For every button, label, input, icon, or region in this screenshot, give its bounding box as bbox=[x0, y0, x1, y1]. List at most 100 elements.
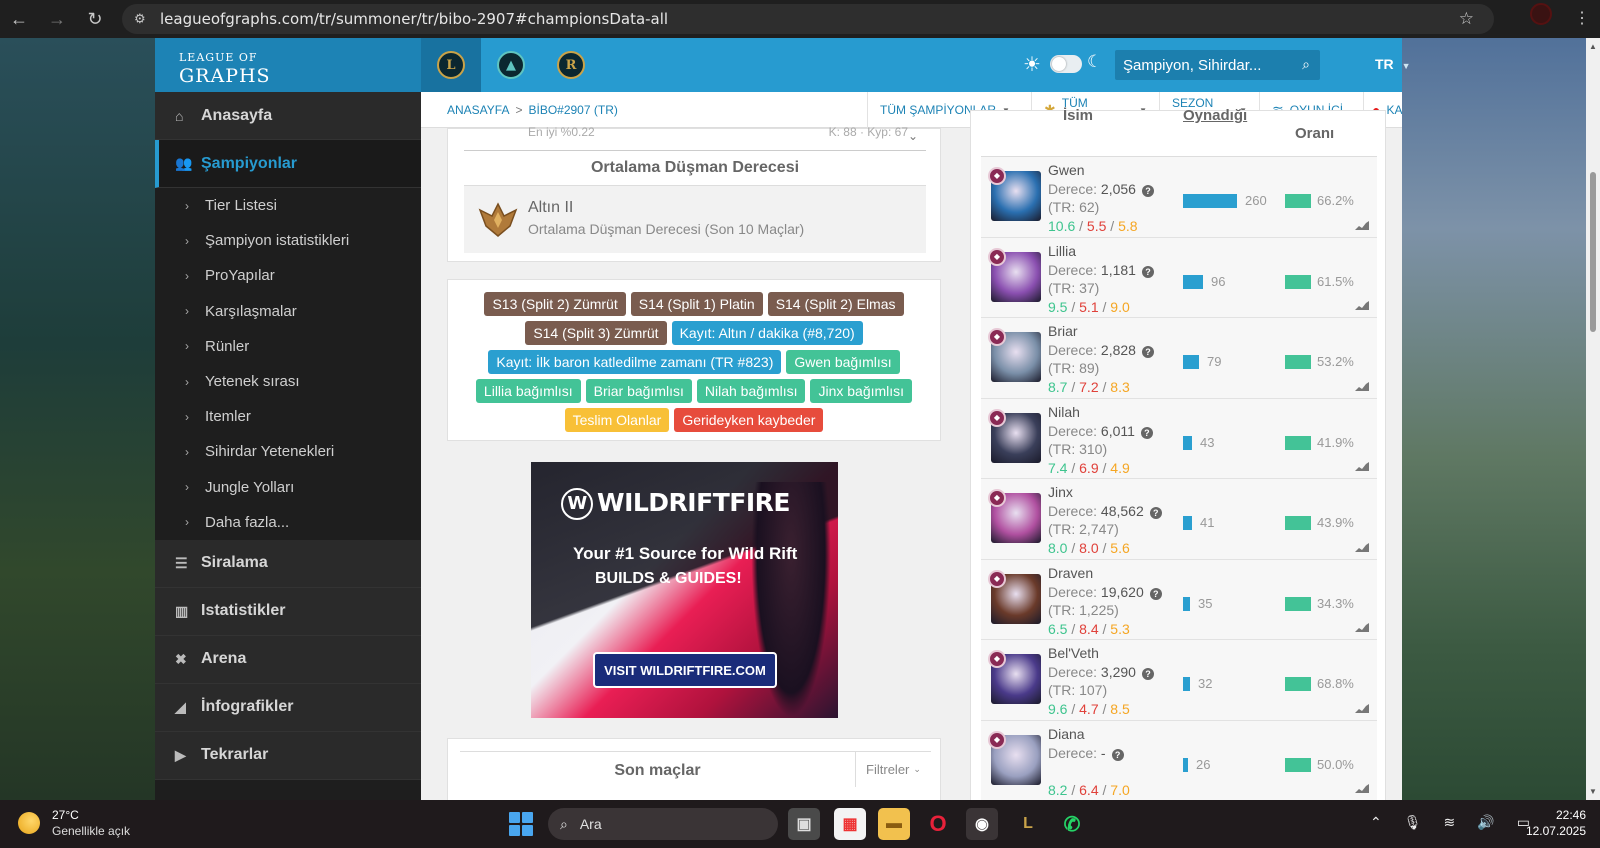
windows-start-icon[interactable] bbox=[509, 812, 533, 836]
sidebar-item-arena[interactable]: ✖ Arena bbox=[155, 635, 421, 684]
tag-badge[interactable]: Teslim Olanlar bbox=[564, 408, 670, 432]
sidebar-subitem[interactable]: › Rünler bbox=[155, 328, 421, 364]
scroll-up-icon[interactable]: ▲ bbox=[1589, 42, 1597, 51]
tag-badge[interactable]: Jinx bağımlısı bbox=[810, 379, 913, 403]
sidebar-item-stats[interactable]: ▥ Istatistikler bbox=[155, 587, 421, 636]
champion-portrait[interactable]: ◆ bbox=[988, 328, 1041, 382]
chrome-icon[interactable]: ◉ bbox=[966, 808, 998, 840]
sidebar-subitem[interactable]: › Sihirdar Yetenekleri bbox=[155, 434, 421, 470]
opera-icon[interactable]: O bbox=[922, 808, 954, 840]
help-icon[interactable]: ? bbox=[1149, 587, 1162, 600]
trend-chart-icon[interactable] bbox=[1355, 622, 1369, 632]
site-logo[interactable]: LEAGUE OF GRAPHS bbox=[155, 38, 421, 92]
ad-cta-button[interactable]: VISIT WILDRIFTFIRE.COM bbox=[593, 652, 777, 688]
sidebar-subitem[interactable]: › Karşılaşmalar bbox=[155, 293, 421, 329]
store-icon[interactable]: ▦ bbox=[834, 808, 866, 840]
trend-chart-icon[interactable] bbox=[1355, 381, 1369, 391]
champion-name[interactable]: Draven bbox=[1048, 565, 1093, 581]
champion-name[interactable]: Bel'Veth bbox=[1048, 645, 1099, 661]
sidebar-subitem[interactable]: › Tier Listesi bbox=[155, 188, 421, 224]
trend-chart-icon[interactable] bbox=[1355, 783, 1369, 793]
tag-badge[interactable]: Kayıt: Altın / dakika (#8,720) bbox=[671, 321, 863, 345]
sidebar-subitem[interactable]: › Jungle Yolları bbox=[155, 469, 421, 505]
ad-banner[interactable]: W WILDRIFTFIRE Your #1 Source for Wild Ri… bbox=[531, 462, 838, 718]
language-select[interactable]: TR ▼ bbox=[1375, 56, 1411, 72]
search-icon[interactable]: ⌕ bbox=[1302, 56, 1310, 73]
champion-name[interactable]: Briar bbox=[1048, 323, 1078, 339]
volume-icon[interactable]: 🔊 bbox=[1477, 814, 1494, 831]
champion-portrait[interactable]: ◆ bbox=[988, 650, 1041, 704]
task-view-icon[interactable]: ▣ bbox=[788, 808, 820, 840]
table-row[interactable]: ◆ Gwen Derece: 2,056? (TR: 62) 10.6 / 5.5 / … bbox=[981, 157, 1377, 238]
breadcrumb-home[interactable]: ANASAYFA bbox=[447, 103, 509, 117]
chevron-up-icon[interactable]: ⌃ bbox=[1370, 814, 1382, 831]
trend-chart-icon[interactable] bbox=[1355, 300, 1369, 310]
tag-badge[interactable]: Kayıt: İlk baron katledilme zamanı (TR #… bbox=[488, 350, 782, 374]
tag-badge[interactable]: Gwen bağımlısı bbox=[786, 350, 900, 374]
champion-portrait[interactable]: ◆ bbox=[988, 247, 1041, 302]
champion-portrait[interactable]: ◆ bbox=[988, 408, 1041, 463]
search-input[interactable] bbox=[1123, 56, 1293, 74]
champion-name[interactable]: Nilah bbox=[1048, 404, 1080, 420]
champion-portrait[interactable]: ◆ bbox=[988, 167, 1041, 221]
breadcrumb-summoner[interactable]: BİBO#2907 (TR) bbox=[528, 103, 617, 117]
sidebar-subitem[interactable]: › Daha fazla... bbox=[155, 504, 421, 540]
table-row[interactable]: ◆ Briar Derece: 2,828? (TR: 89) 8.7 / 7.2 / … bbox=[981, 318, 1377, 399]
site-info-icon[interactable]: ⚙ bbox=[134, 11, 154, 27]
address-bar[interactable]: ⚙ leagueofgraphs.com/tr/summoner/tr/bibo… bbox=[122, 4, 1494, 34]
help-icon[interactable]: ? bbox=[1141, 185, 1154, 197]
back-icon[interactable]: ← bbox=[0, 0, 38, 38]
sidebar-item-replays[interactable]: ▶ Tekrarlar bbox=[155, 731, 421, 780]
profile-avatar[interactable] bbox=[1530, 3, 1552, 25]
sidebar-item-champions[interactable]: 👥 Şampiyonlar bbox=[155, 140, 421, 188]
tag-badge[interactable]: Gerideyken kaybeder bbox=[674, 408, 824, 432]
table-row[interactable]: ◆ Jinx Derece: 48,562? (TR: 2,747) 8.0 / 8.0… bbox=[981, 479, 1377, 560]
tag-badge[interactable]: Nilah bağımlısı bbox=[696, 379, 806, 403]
tag-badge[interactable]: S14 (Split 1) Platin bbox=[630, 292, 763, 316]
chevron-down-icon[interactable]: ⌄ bbox=[908, 129, 918, 143]
matches-filter-button[interactable]: Filtreler ⌄ bbox=[855, 751, 931, 787]
tag-badge[interactable]: Briar bağımlısı bbox=[585, 379, 692, 403]
file-explorer-icon[interactable]: ▬ bbox=[878, 808, 910, 840]
sidebar-item-ranking[interactable]: ☰ Siralama bbox=[155, 539, 421, 588]
trend-chart-icon[interactable] bbox=[1355, 542, 1369, 552]
champion-portrait[interactable]: ◆ bbox=[988, 730, 1041, 785]
trend-chart-icon[interactable] bbox=[1355, 703, 1369, 713]
microphone-icon[interactable]: 🎙 bbox=[1404, 814, 1422, 831]
sidebar-subitem[interactable]: › Itemler bbox=[155, 399, 421, 435]
table-row[interactable]: ◆ Lillia Derece: 1,181? (TR: 37) 9.5 / 5.1 /… bbox=[981, 237, 1377, 318]
champion-name[interactable]: Lillia bbox=[1048, 243, 1076, 259]
tag-badge[interactable]: Lillia bağımlısı bbox=[475, 379, 581, 403]
champion-portrait[interactable]: ◆ bbox=[988, 569, 1041, 624]
trend-chart-icon[interactable] bbox=[1355, 461, 1369, 471]
page-scrollbar[interactable]: ▲ ▼ bbox=[1586, 38, 1600, 800]
clock[interactable]: 22:46 12.07.2025 bbox=[1520, 808, 1586, 838]
league-client-icon[interactable]: L bbox=[1012, 808, 1044, 840]
help-icon[interactable]: ? bbox=[1140, 426, 1153, 439]
reload-icon[interactable]: ↻ bbox=[76, 0, 114, 38]
table-row[interactable]: ◆ Diana Derece: -? 8.2 / 6.4 / 7.0 26 50.0% bbox=[981, 720, 1377, 800]
champion-name[interactable]: Gwen bbox=[1048, 162, 1085, 178]
sidebar-item-infographics[interactable]: ◢ İnfografikler bbox=[155, 683, 421, 732]
champion-name[interactable]: Diana bbox=[1048, 726, 1085, 742]
col-header-name[interactable]: İsim bbox=[1063, 107, 1093, 124]
help-icon[interactable]: ? bbox=[1141, 346, 1154, 358]
browser-menu-icon[interactable]: ⋮ bbox=[1574, 8, 1590, 28]
tag-badge[interactable]: S14 (Split 2) Elmas bbox=[767, 292, 904, 316]
tag-badge[interactable]: S13 (Split 2) Zümrüt bbox=[484, 292, 626, 316]
table-row[interactable]: ◆ Bel'Veth Derece: 3,290? (TR: 107) 9.6 / 4.… bbox=[981, 640, 1377, 721]
champion-name[interactable]: Jinx bbox=[1048, 484, 1073, 500]
help-icon[interactable]: ? bbox=[1111, 748, 1124, 761]
col-header-played[interactable]: Oynadığı bbox=[1183, 107, 1247, 124]
sidebar-subitem[interactable]: › Şampiyon istatistikleri bbox=[155, 223, 421, 259]
sidebar-item-home[interactable]: ⌂ Anasayfa bbox=[155, 92, 421, 140]
champion-portrait[interactable]: ◆ bbox=[988, 489, 1041, 543]
table-row[interactable]: ◆ Nilah Derece: 6,011? (TR: 310) 7.4 / 6.9 /… bbox=[981, 398, 1377, 479]
tab-league-of-legends[interactable]: L bbox=[421, 38, 481, 92]
tab-teamfight-tactics[interactable]: ▲ bbox=[481, 38, 541, 92]
scroll-down-icon[interactable]: ▼ bbox=[1589, 787, 1597, 796]
help-icon[interactable]: ? bbox=[1141, 265, 1154, 278]
sidebar-subitem[interactable]: › Yetenek sırası bbox=[155, 363, 421, 400]
trend-chart-icon[interactable] bbox=[1355, 220, 1369, 230]
theme-toggle[interactable] bbox=[1050, 55, 1082, 73]
